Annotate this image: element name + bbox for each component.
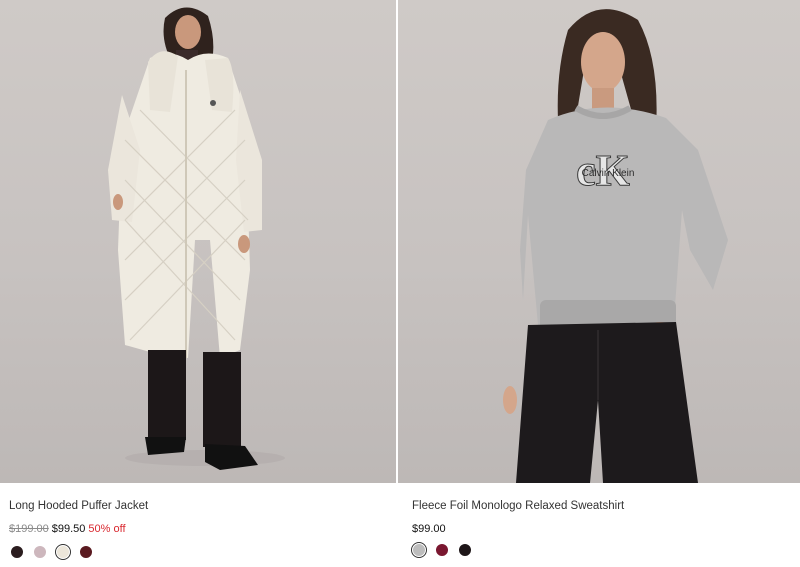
- sweatshirt-photo: cK Calvin Klein: [503, 9, 728, 483]
- color-swatch[interactable]: [33, 545, 47, 559]
- discount-badge: 50% off: [88, 523, 126, 535]
- color-swatch[interactable]: [458, 543, 472, 557]
- product-grid: Long Hooded Puffer Jacket $199.00 $99.50 5…: [0, 0, 800, 567]
- color-swatch[interactable]: [411, 542, 427, 558]
- color-swatch[interactable]: [435, 543, 449, 557]
- color-swatch[interactable]: [55, 544, 71, 560]
- product-image[interactable]: cK Calvin Klein: [398, 0, 800, 483]
- original-price: $199.00: [9, 523, 49, 535]
- price: $99.00: [412, 523, 446, 535]
- logo-text: Calvin Klein: [582, 168, 635, 179]
- product-card-puffer-jacket: Long Hooded Puffer Jacket $199.00 $99.50 5…: [0, 0, 396, 560]
- product-title[interactable]: Fleece Foil Monologo Relaxed Sweatshirt: [412, 500, 624, 512]
- color-swatches: [10, 544, 93, 560]
- product-card-sweatshirt: cK Calvin Klein Fleece Foil Monologo Rel…: [398, 0, 800, 558]
- price-block: $99.00: [412, 523, 449, 535]
- sale-price: $99.50: [51, 523, 86, 535]
- color-swatch[interactable]: [79, 545, 93, 559]
- price-block: $199.00 $99.50 50% off: [9, 523, 126, 535]
- color-swatch[interactable]: [10, 545, 24, 559]
- product-title[interactable]: Long Hooded Puffer Jacket: [9, 500, 148, 512]
- product-image[interactable]: [0, 0, 396, 483]
- color-swatches: [411, 542, 472, 558]
- puffer-jacket-photo: [108, 7, 285, 470]
